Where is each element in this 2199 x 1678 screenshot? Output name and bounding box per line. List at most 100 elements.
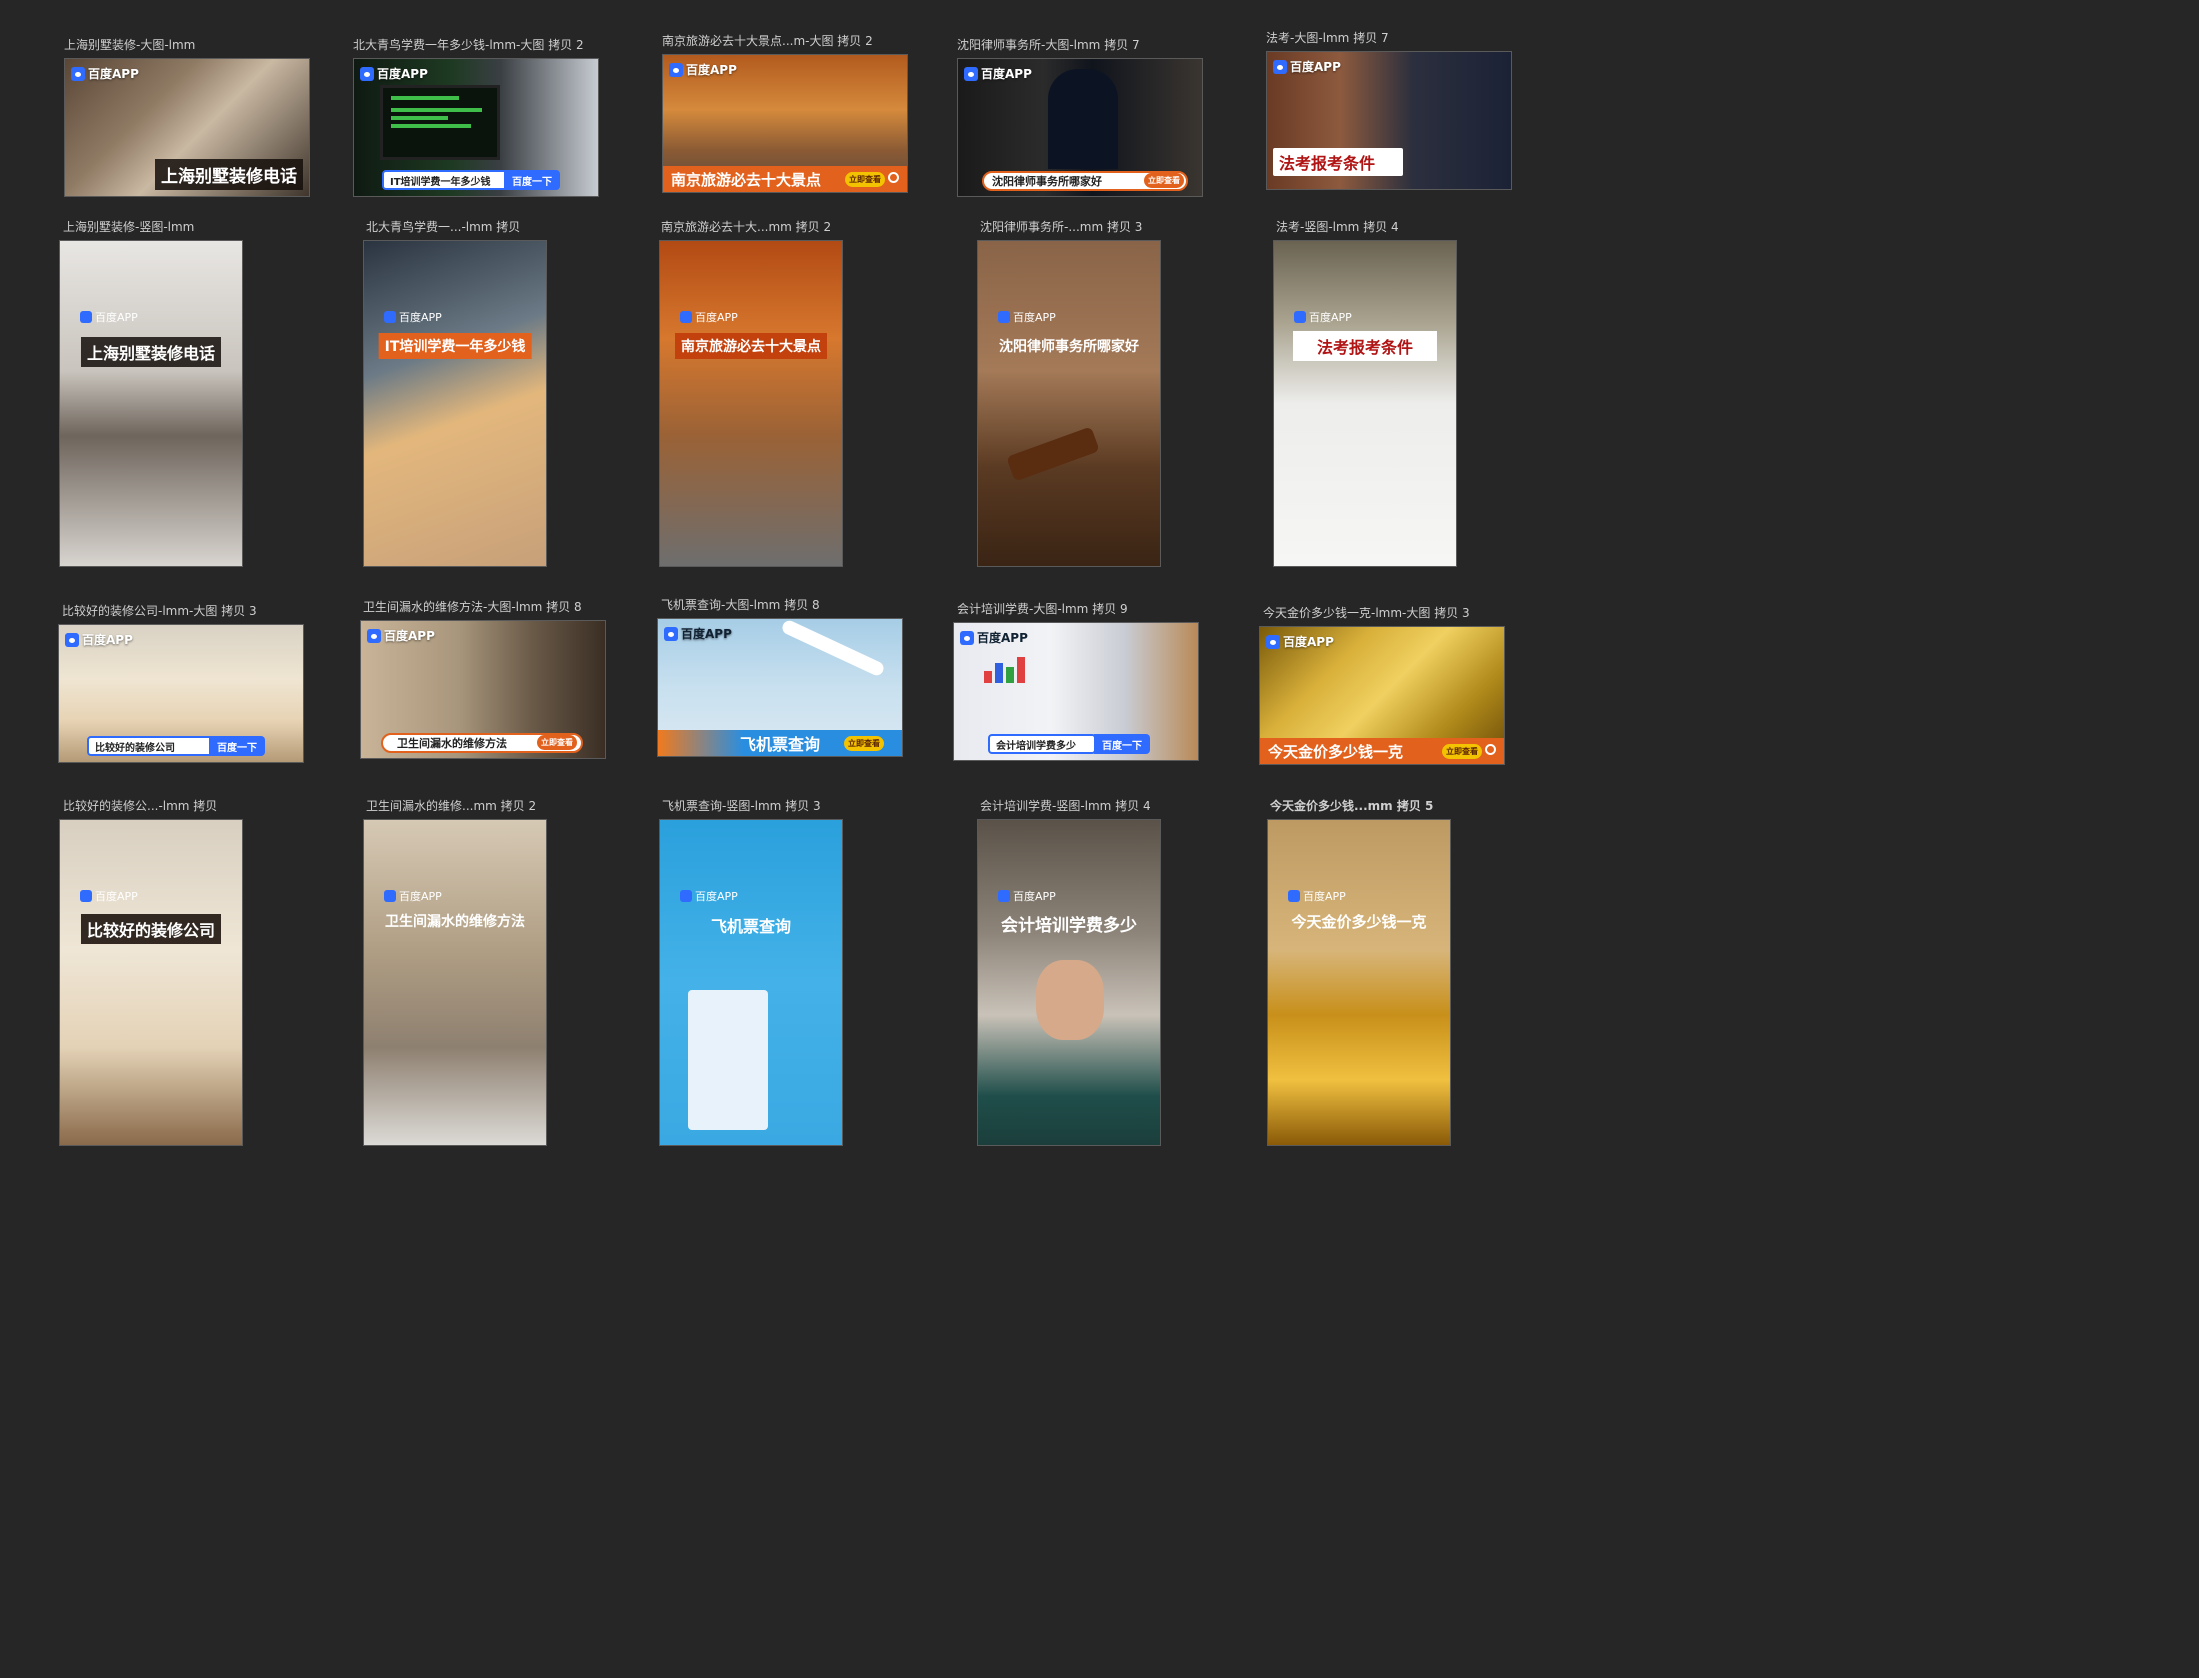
baidu-app-logo: 百度APP <box>384 888 442 904</box>
ad-headline: 南京旅游必去十大景点 <box>675 333 827 359</box>
baidu-app-logo: 百度APP <box>1266 633 1334 650</box>
artboard-law-exam-vertical[interactable]: 法考-竖图-lmm 拷贝 4 百度APP 法考报考条件 <box>1273 220 1457 568</box>
paw-icon <box>65 632 79 647</box>
baidu-app-logo: 百度APP <box>367 627 435 644</box>
ad-headline: 比较好的装修公司 <box>80 914 222 944</box>
paw-icon <box>71 66 85 81</box>
paw-icon <box>998 890 1010 902</box>
artboard-label: 沈阳律师事务所-...mm 拷贝 3 <box>980 220 1143 234</box>
paw-icon <box>964 66 978 81</box>
artboard-accounting-large[interactable]: 会计培训学费-大图-lmm 拷贝 9 百度APP 会计培训学费多少 百度一下 <box>953 602 1199 764</box>
artboard-label: 上海别墅装修-大图-lmm <box>64 38 196 52</box>
artboard-villa-large[interactable]: 上海别墅装修-大图-lmm 百度APP 上海别墅装修电话 <box>64 38 310 200</box>
ad-thumbnail[interactable]: 百度APP 卫生间漏水的维修方法 立即查看 <box>360 620 606 759</box>
artboard-label: 飞机票查询-竖图-lmm 拷贝 3 <box>662 799 821 813</box>
baidu-app-logo: 百度APP <box>960 629 1028 646</box>
ad-thumbnail[interactable]: 百度APP 飞机票查询 立即查看 <box>657 618 903 757</box>
artboard-gold-vertical[interactable]: 今天金价多少钱...mm 拷贝 5 百度APP 今天金价多少钱一克 <box>1267 799 1451 1147</box>
ad-thumbnail[interactable]: 百度APP 比较好的装修公司 <box>59 819 243 1146</box>
search-button: 百度一下 <box>504 170 560 190</box>
ad-thumbnail[interactable]: 百度APP 法考报考条件 <box>1266 51 1512 190</box>
paw-icon <box>998 311 1010 323</box>
artboard-decoration-large[interactable]: 比较好的装修公司-lmm-大图 拷贝 3 百度APP 比较好的装修公司 百度一下 <box>58 604 304 766</box>
paw-icon <box>1266 634 1280 649</box>
artboard-label: 比较好的装修公司-lmm-大图 拷贝 3 <box>62 604 257 618</box>
monitor-code-image <box>380 85 500 160</box>
paw-icon <box>360 66 374 81</box>
ad-thumbnail[interactable]: 百度APP 卫生间漏水的维修方法 <box>363 819 547 1146</box>
paw-icon <box>960 630 974 645</box>
artboard-label: 今天金价多少钱一克-lmm-大图 拷贝 3 <box>1263 606 1470 620</box>
artboard-accounting-vertical[interactable]: 会计培训学费-竖图-lmm 拷贝 4 百度APP 会计培训学费多少 <box>977 799 1161 1147</box>
artboard-lawyer-vertical[interactable]: 沈阳律师事务所-...mm 拷贝 3 百度APP 沈阳律师事务所哪家好 <box>977 220 1161 568</box>
ad-thumbnail[interactable]: 百度APP 会计培训学费多少 百度一下 <box>953 622 1199 761</box>
baidu-app-logo: 百度APP <box>80 309 138 325</box>
artboard-flight-vertical[interactable]: 飞机票查询-竖图-lmm 拷贝 3 百度APP 飞机票查询 <box>659 799 843 1147</box>
ad-thumbnail[interactable]: 百度APP 沈阳律师事务所哪家好 <box>977 240 1161 567</box>
artboard-label: 南京旅游必去十大景点...m-大图 拷贝 2 <box>662 34 873 48</box>
artboard-label: 北大青鸟学费一年多少钱-lmm-大图 拷贝 2 <box>353 38 584 52</box>
paw-icon <box>1294 311 1306 323</box>
artboard-label: 法考-大图-lmm 拷贝 7 <box>1266 31 1389 45</box>
artboard-nanjing-large[interactable]: 南京旅游必去十大景点...m-大图 拷贝 2 百度APP 南京旅游必去十大景点 … <box>662 34 908 196</box>
artboard-label: 会计培训学费-竖图-lmm 拷贝 4 <box>980 799 1151 813</box>
artboard-it-training-vertical[interactable]: 北大青鸟学费一...-lmm 拷贝 百度APP IT培训学费一年多少钱 <box>363 220 547 568</box>
ad-thumbnail[interactable]: 百度APP 沈阳律师事务所哪家好 立即查看 <box>957 58 1203 197</box>
baidu-app-logo: 百度APP <box>664 625 732 642</box>
ad-headline: IT培训学费一年多少钱 <box>378 333 532 359</box>
baidu-app-logo: 百度APP <box>1273 58 1341 75</box>
search-field: IT培训学费一年多少钱 <box>382 170 508 190</box>
artboard-label: 卫生间漏水的维修方法-大图-lmm 拷贝 8 <box>363 600 582 614</box>
artboard-it-training-large[interactable]: 北大青鸟学费一年多少钱-lmm-大图 拷贝 2 百度APP IT培训学费一年多少… <box>353 38 599 200</box>
ad-thumbnail[interactable]: 百度APP 今天金价多少钱一克 <box>1267 819 1451 1146</box>
artboard-bathroom-large[interactable]: 卫生间漏水的维修方法-大图-lmm 拷贝 8 百度APP 卫生间漏水的维修方法 … <box>360 600 606 762</box>
artboard-label: 南京旅游必去十大...mm 拷贝 2 <box>661 220 832 234</box>
paw-icon <box>367 628 381 643</box>
baidu-app-logo: 百度APP <box>80 888 138 904</box>
search-icon <box>888 172 899 183</box>
paw-icon <box>680 890 692 902</box>
paw-icon <box>80 890 92 902</box>
ad-headline: 飞机票查询 <box>710 917 792 936</box>
baidu-app-logo: 百度APP <box>65 631 133 648</box>
ad-headline: 卫生间漏水的维修方法 <box>385 914 525 930</box>
baidu-app-logo: 百度APP <box>680 309 738 325</box>
artboard-law-exam-large[interactable]: 法考-大图-lmm 拷贝 7 百度APP 法考报考条件 <box>1266 31 1512 193</box>
artboard-label: 法考-竖图-lmm 拷贝 4 <box>1276 220 1399 234</box>
baidu-app-logo: 百度APP <box>384 309 442 325</box>
cta-button: 立即查看 <box>537 735 577 750</box>
artboard-gold-large[interactable]: 今天金价多少钱一克-lmm-大图 拷贝 3 百度APP 今天金价多少钱一克 立即… <box>1259 606 1505 768</box>
ad-thumbnail[interactable]: 百度APP 法考报考条件 <box>1273 240 1457 567</box>
bar-chart-image <box>984 653 1044 683</box>
cta-button: 立即查看 <box>1144 173 1184 188</box>
artboard-lawyer-large[interactable]: 沈阳律师事务所-大图-lmm 拷贝 7 百度APP 沈阳律师事务所哪家好 立即查… <box>957 38 1203 200</box>
artboard-bathroom-vertical[interactable]: 卫生间漏水的维修...mm 拷贝 2 百度APP 卫生间漏水的维修方法 <box>363 799 547 1147</box>
cta-button: 立即查看 <box>844 736 884 751</box>
artboard-label: 今天金价多少钱...mm 拷贝 5 <box>1270 799 1434 813</box>
ad-thumbnail[interactable]: 百度APP 南京旅游必去十大景点 立即查看 <box>662 54 908 193</box>
ad-thumbnail[interactable]: 百度APP IT培训学费一年多少钱 百度一下 <box>353 58 599 197</box>
ad-thumbnail[interactable]: 百度APP 会计培训学费多少 <box>977 819 1161 1146</box>
ad-headline: 上海别墅装修电话 <box>155 159 303 190</box>
artboard-label: 飞机票查询-大图-lmm 拷贝 8 <box>661 598 820 612</box>
ad-thumbnail[interactable]: 百度APP 今天金价多少钱一克 立即查看 <box>1259 626 1505 765</box>
ad-thumbnail[interactable]: 百度APP 上海别墅装修电话 <box>59 240 243 567</box>
ad-thumbnail[interactable]: 百度APP IT培训学费一年多少钱 <box>363 240 547 567</box>
cta-button: 立即查看 <box>1442 744 1482 759</box>
artboard-villa-vertical[interactable]: 上海别墅装修-竖图-lmm 百度APP 上海别墅装修电话 <box>59 220 243 568</box>
airplane-image <box>780 619 886 678</box>
artboard-nanjing-vertical[interactable]: 南京旅游必去十大...mm 拷贝 2 百度APP 南京旅游必去十大景点 <box>659 220 843 568</box>
paw-icon <box>669 62 683 77</box>
artboard-label: 会计培训学费-大图-lmm 拷贝 9 <box>957 602 1128 616</box>
artboard-label: 沈阳律师事务所-大图-lmm 拷贝 7 <box>957 38 1140 52</box>
artboard-decoration-vertical[interactable]: 比较好的装修公...-lmm 拷贝 百度APP 比较好的装修公司 <box>59 799 243 1147</box>
ad-thumbnail[interactable]: 百度APP 南京旅游必去十大景点 <box>659 240 843 567</box>
artboard-flight-large[interactable]: 飞机票查询-大图-lmm 拷贝 8 百度APP 飞机票查询 立即查看 <box>657 598 903 760</box>
paw-icon <box>1288 890 1300 902</box>
search-field: 会计培训学费多少 <box>988 734 1096 754</box>
paw-icon <box>384 311 396 323</box>
ad-thumbnail[interactable]: 百度APP 飞机票查询 <box>659 819 843 1146</box>
search-field: 比较好的装修公司 <box>87 736 213 756</box>
ad-thumbnail[interactable]: 百度APP 比较好的装修公司 百度一下 <box>58 624 304 763</box>
ad-thumbnail[interactable]: 百度APP 上海别墅装修电话 <box>64 58 310 197</box>
